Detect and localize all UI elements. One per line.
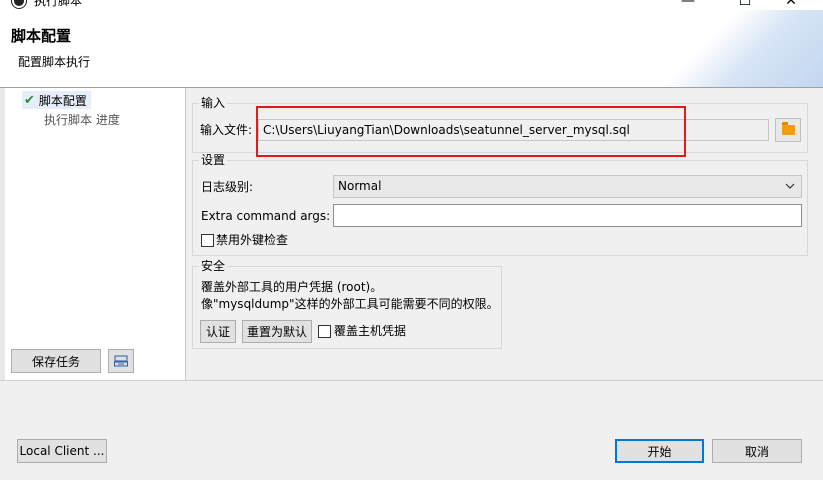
disable-fk-label[interactable]: 禁用外键检查 — [216, 233, 288, 247]
title-bar: 执行脚本 — ☐ ✕ — [0, 0, 823, 10]
maximize-button[interactable]: ☐ — [737, 0, 753, 8]
window-title: 执行脚本 — [34, 0, 83, 8]
header-decoration — [653, 10, 823, 87]
page-title: 脚本配置 — [11, 27, 72, 45]
wizard-nav — [5, 88, 186, 380]
override-host-label[interactable]: 覆盖主机凭据 — [334, 324, 406, 338]
close-button[interactable]: ✕ — [783, 0, 799, 8]
start-button[interactable]: 开始 — [615, 439, 704, 463]
nav-item-execute-progress[interactable]: 执行脚本 进度 — [44, 111, 120, 129]
settings-group-title: 设置 — [199, 153, 228, 167]
save-task-icon-button[interactable] — [108, 349, 134, 373]
save-task-button[interactable]: 保存任务 — [11, 349, 101, 373]
save-task-icon — [114, 355, 128, 367]
log-level-label: 日志级别: — [201, 180, 254, 194]
nav-item-label: 脚本配置 — [38, 93, 87, 108]
local-client-button[interactable]: Local Client ... — [17, 439, 107, 463]
wizard-header: 脚本配置 配置脚本执行 — [0, 10, 823, 88]
footer-divider — [0, 380, 823, 381]
check-icon: ✔ — [24, 92, 35, 108]
app-icon — [12, 0, 26, 8]
authenticate-button[interactable]: 认证 — [200, 320, 236, 343]
page-subtitle: 配置脚本执行 — [18, 55, 91, 69]
chevron-down-icon — [785, 183, 795, 189]
security-description-1: 覆盖外部工具的用户凭据 (root)。 — [201, 280, 383, 294]
input-file-label: 输入文件: — [200, 123, 253, 137]
input-file-field[interactable]: C:\Users\LiuyangTian\Downloads\seatunnel… — [258, 119, 769, 141]
minimize-button[interactable]: — — [680, 0, 696, 8]
extra-args-label: Extra command args: — [201, 209, 331, 223]
disable-fk-checkbox[interactable] — [201, 234, 214, 247]
override-host-checkbox[interactable] — [318, 325, 331, 338]
security-description-2: 像"mysqldump"这样的外部工具可能需要不同的权限。 — [201, 297, 499, 311]
log-level-select[interactable]: Normal — [333, 175, 802, 198]
log-level-value: Normal — [338, 179, 382, 193]
cancel-button[interactable]: 取消 — [712, 439, 802, 463]
security-group-title: 安全 — [199, 259, 228, 273]
nav-item-script-config[interactable]: ✔ 脚本配置 — [22, 91, 91, 109]
browse-folder-button[interactable] — [775, 118, 801, 142]
reset-default-button[interactable]: 重置为默认 — [242, 320, 312, 343]
folder-icon — [782, 122, 795, 135]
input-group-title: 输入 — [199, 96, 228, 110]
extra-args-input[interactable] — [333, 204, 802, 227]
